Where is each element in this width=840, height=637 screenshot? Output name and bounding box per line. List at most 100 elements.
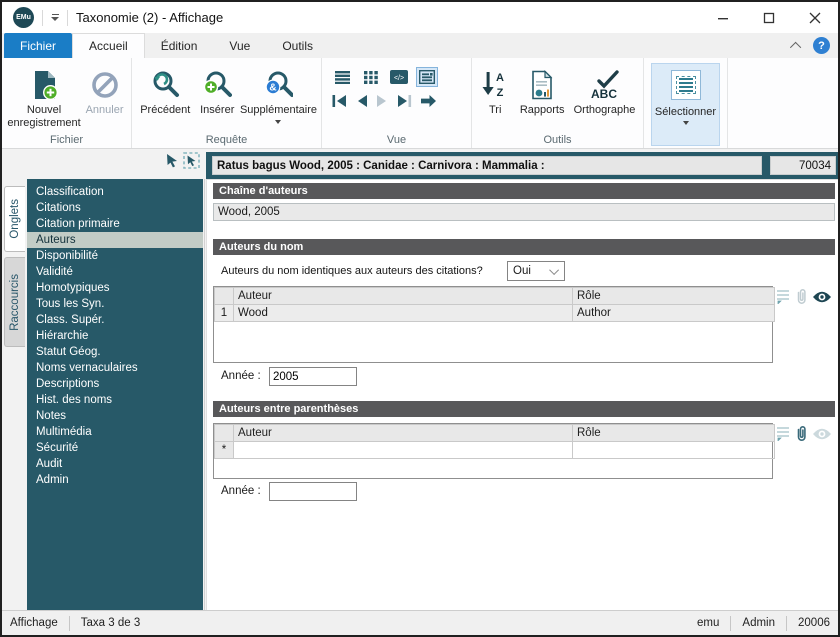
first-record-icon[interactable]: [332, 94, 347, 108]
svg-text:Z: Z: [497, 87, 504, 99]
status-port: 20006: [787, 617, 838, 629]
ribbon-tab-row: Fichier Accueil Édition Vue Outils ?: [2, 33, 838, 58]
author-string-field[interactable]: Wood, 2005: [213, 203, 835, 221]
sidebar-divider: [204, 179, 205, 611]
sidebar-item-audit[interactable]: Audit: [27, 456, 203, 472]
tab-vue[interactable]: Vue: [213, 33, 266, 58]
sidebar-item-notes[interactable]: Notes: [27, 408, 203, 424]
cell-auteur-empty[interactable]: [234, 442, 573, 459]
new-row-marker[interactable]: *: [215, 442, 234, 459]
paperclip-icon[interactable]: [794, 288, 808, 305]
sidebar-item-admin[interactable]: Admin: [27, 472, 203, 488]
chevron-down-icon: [549, 265, 559, 275]
chevron-down-icon: [683, 121, 689, 125]
fill-lines-icon[interactable]: [775, 426, 790, 441]
dashed-select-icon[interactable]: [183, 152, 200, 169]
cancel-icon: [91, 66, 119, 104]
grid-view-button[interactable]: [360, 67, 382, 87]
sidebar-tabs: Onglets Raccourcis: [4, 186, 25, 347]
cell-role-empty[interactable]: [573, 442, 775, 459]
column-header-role[interactable]: Rôle: [573, 425, 775, 442]
title-bar: EMu Taxonomie (2) - Affichage: [2, 2, 838, 33]
sidebar-item-descriptions[interactable]: Descriptions: [27, 376, 203, 392]
column-header-role[interactable]: Rôle: [573, 288, 775, 305]
previous-record-icon[interactable]: [355, 94, 368, 108]
year-input-paren[interactable]: [269, 482, 357, 501]
spelling-button[interactable]: ABC Orthographe: [570, 61, 639, 117]
additional-query-button[interactable]: & Supplémentaire: [240, 61, 317, 124]
spelling-icon: ABC: [587, 66, 621, 104]
new-record-icon: [31, 66, 58, 104]
sort-button[interactable]: A Z Tri: [476, 61, 514, 117]
tab-onglets[interactable]: Onglets: [4, 186, 25, 252]
previous-query-button[interactable]: Précédent: [136, 61, 195, 117]
titlebar-separator: [42, 10, 43, 26]
select-button[interactable]: Sélectionner: [651, 63, 720, 146]
tab-raccourcis[interactable]: Raccourcis: [4, 257, 25, 347]
sidebar-item-hierarchie[interactable]: Hiérarchie: [27, 328, 203, 344]
reports-button[interactable]: Rapports: [514, 61, 570, 117]
tab-outils[interactable]: Outils: [266, 33, 329, 58]
identical-authors-dropdown[interactable]: Oui: [507, 261, 565, 281]
close-button[interactable]: [792, 2, 838, 33]
app-window: EMu Taxonomie (2) - Affichage Fichier Ac…: [0, 0, 840, 637]
sidebar-item-class-super[interactable]: Class. Supér.: [27, 312, 203, 328]
record-irn-field[interactable]: 70034: [770, 156, 836, 175]
row-number[interactable]: 1: [215, 305, 234, 322]
sidebar-item-hist-des-noms[interactable]: Hist. des noms: [27, 392, 203, 408]
cursor-arrow-icon[interactable]: [165, 153, 179, 168]
minimize-button[interactable]: [700, 2, 746, 33]
record-summary-field[interactable]: Ratus bagus Wood, 2005 : Canidae : Carni…: [212, 156, 762, 175]
tab-edition[interactable]: Édition: [145, 33, 214, 58]
sidebar-item-auteurs[interactable]: Auteurs: [27, 232, 203, 248]
collapse-ribbon-icon[interactable]: [790, 41, 801, 52]
goto-record-icon[interactable]: [420, 94, 437, 108]
year-input[interactable]: [269, 367, 357, 386]
sidebar-item-homotypiques[interactable]: Homotypiques: [27, 280, 203, 296]
paperclip-icon[interactable]: [794, 425, 808, 442]
name-authors-table[interactable]: Auteur Rôle 1 Wood Author: [213, 286, 773, 363]
last-record-icon[interactable]: [397, 94, 412, 108]
maximize-button[interactable]: [746, 2, 792, 33]
app-logo-icon[interactable]: EMu: [13, 7, 34, 28]
code-view-button[interactable]: </>: [388, 67, 410, 87]
new-record-button[interactable]: Nouvel enregistrement: [6, 61, 82, 130]
identical-authors-question: Auteurs du nom identiques aux auteurs de…: [221, 265, 483, 277]
sidebar-item-disponibilite[interactable]: Disponibilité: [27, 248, 203, 264]
next-record-icon[interactable]: [376, 94, 389, 108]
sidebar-item-citation-primaire[interactable]: Citation primaire: [27, 216, 203, 232]
quick-access-dropdown[interactable]: [51, 14, 59, 22]
help-button[interactable]: ?: [813, 37, 830, 54]
eye-icon[interactable]: [812, 290, 832, 304]
form-view-button[interactable]: [416, 67, 438, 87]
column-header-auteur[interactable]: Auteur: [234, 288, 573, 305]
cell-role[interactable]: Author: [573, 305, 775, 322]
sidebar-item-statut-geog[interactable]: Statut Géog.: [27, 344, 203, 360]
cell-auteur[interactable]: Wood: [234, 305, 573, 322]
year-label: Année :: [221, 485, 261, 497]
tab-fichier[interactable]: Fichier: [4, 33, 72, 58]
pointer-tools: [165, 152, 200, 169]
fill-lines-icon[interactable]: [775, 289, 790, 304]
ribbon-group-fichier: Nouvel enregistrement Annuler Fichier: [2, 58, 132, 148]
insert-query-button[interactable]: Insérer: [195, 61, 240, 117]
sidebar-item-classification[interactable]: Classification: [27, 184, 203, 200]
window-title: Taxonomie (2) - Affichage: [76, 10, 223, 25]
list-view-button[interactable]: [332, 67, 354, 87]
ribbon-group-selection: Sélectionner: [644, 58, 728, 148]
eye-icon[interactable]: [812, 427, 832, 441]
column-header-auteur[interactable]: Auteur: [234, 425, 573, 442]
paren-authors-table[interactable]: Auteur Rôle *: [213, 423, 773, 479]
sidebar-item-validite[interactable]: Validité: [27, 264, 203, 280]
cancel-button[interactable]: Annuler: [82, 61, 127, 117]
sidebar-item-multimedia[interactable]: Multimédia: [27, 424, 203, 440]
section-auteurs-du-nom: Auteurs du nom: [213, 239, 835, 255]
ribbon: Nouvel enregistrement Annuler Fichier: [2, 58, 838, 149]
sidebar-item-securite[interactable]: Sécurité: [27, 440, 203, 456]
grid-view-icon: [364, 70, 379, 84]
sidebar-item-citations[interactable]: Citations: [27, 200, 203, 216]
sidebar-item-noms-vernaculaires[interactable]: Noms vernaculaires: [27, 360, 203, 376]
tab-accueil[interactable]: Accueil: [72, 33, 145, 58]
sidebar-item-tous-les-syn[interactable]: Tous les Syn.: [27, 296, 203, 312]
paren-authors-table-tools: [775, 425, 832, 442]
